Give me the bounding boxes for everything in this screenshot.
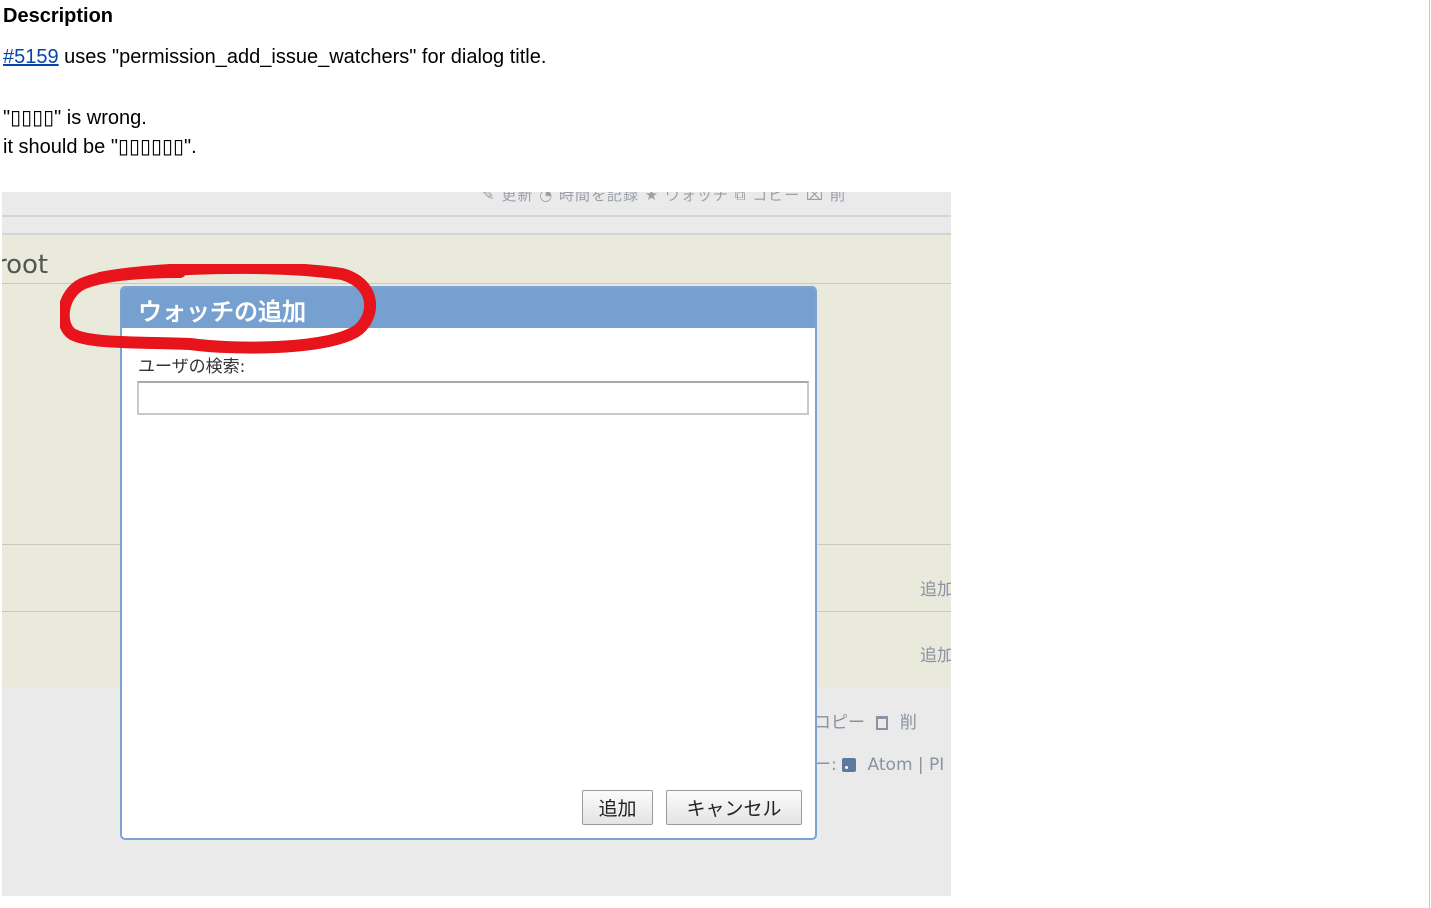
add-link: 追加: [920, 646, 951, 666]
embedded-screenshot: ✎ 更新 ◔ 時間を記録 ★ ウォッチ ⧉ コピー ⌧ 削 root 追加 追加…: [2, 192, 951, 896]
delete-link: 削: [899, 713, 917, 733]
dialog-title: ウォッチの追加: [138, 298, 306, 326]
description-heading: Description: [3, 5, 114, 27]
trash-icon: [876, 716, 889, 730]
toolbar-actions-text: ✎ 更新 ◔ 時間を記録 ★ ウォッチ ⧉ コピー ⌧ 削: [482, 192, 847, 204]
description-line-1-text: uses "permission_add_issue_watchers" for…: [58, 46, 547, 68]
bottom-actions: コピー 削: [814, 708, 917, 733]
divider: [2, 283, 951, 284]
divider: [2, 215, 951, 217]
copy-link: コピー: [814, 713, 865, 733]
add-watcher-dialog: ウォッチの追加 ユーザの検索: 追加 キャンセル: [120, 286, 817, 840]
description-line-1: #5159 uses "permission_add_issue_watcher…: [3, 45, 546, 69]
feed-links: ー: Atom | PI: [814, 750, 944, 775]
user-search-input[interactable]: [137, 381, 809, 415]
screenshot-toolbar: ✎ 更新 ◔ 時間を記録 ★ ウォッチ ⧉ コピー ⌧ 削: [2, 192, 951, 216]
description-line-2: "▯▯▯▯" is wrong.: [3, 107, 147, 129]
user-search-label: ユーザの検索:: [138, 357, 246, 377]
project-name-fragment: root: [2, 250, 49, 280]
add-link: 追加: [920, 580, 951, 600]
feeds-separator: | PI: [917, 755, 945, 775]
add-button[interactable]: 追加: [582, 790, 653, 825]
description-line-3: it should be "▯▯▯▯▯▯".: [3, 136, 197, 158]
page-right-border: [1429, 0, 1430, 908]
feeds-prefix: ー:: [814, 755, 837, 775]
atom-link: Atom: [867, 755, 913, 775]
rss-icon: [842, 758, 857, 772]
dialog-titlebar[interactable]: ウォッチの追加: [122, 288, 815, 328]
cancel-button[interactable]: キャンセル: [666, 790, 802, 825]
issue-link[interactable]: #5159: [3, 46, 59, 68]
